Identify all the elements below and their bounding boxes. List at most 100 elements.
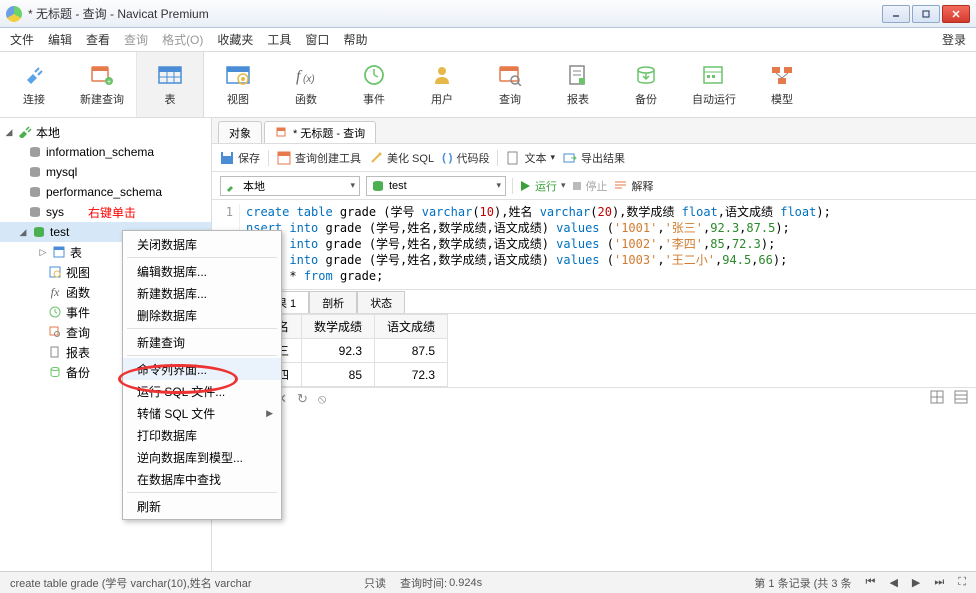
form-view-icon[interactable] [954, 390, 968, 407]
menu-bar: 文件 编辑 查看 查询 格式(O) 收藏夹 工具 窗口 帮助 登录 [0, 28, 976, 52]
connection-selector-row: 本地▾ test▾ 运行 ▾ 停止 解释 [212, 172, 976, 200]
tree-db[interactable]: mysql [0, 162, 211, 182]
tb-function[interactable]: f(x) 函数 [272, 52, 340, 117]
close-button[interactable] [942, 5, 970, 23]
tab-profile[interactable]: 剖析 [309, 291, 357, 313]
database-icon [32, 226, 46, 238]
document-tabs: 对象 * 无标题 - 查询 [212, 118, 976, 144]
prev-record-icon[interactable]: ◀ [889, 576, 897, 589]
tb-query[interactable]: 查询 [476, 52, 544, 117]
grid-view-icon[interactable] [930, 390, 944, 407]
maximize-button[interactable] [912, 5, 940, 23]
tree-db[interactable]: information_schema [0, 142, 211, 162]
tab-status[interactable]: 状态 [357, 291, 405, 313]
menu-file[interactable]: 文件 [10, 31, 34, 48]
save-icon [220, 151, 234, 165]
export-icon [563, 151, 577, 165]
query-icon [48, 325, 62, 339]
chevron-down-icon: ▾ [496, 180, 501, 191]
tb-event[interactable]: 事件 [340, 52, 408, 117]
minimize-button[interactable] [882, 5, 910, 23]
tb-connect[interactable]: 连接 [0, 52, 68, 117]
tree-db[interactable]: performance_schema [0, 182, 211, 202]
tb-user[interactable]: 用户 [408, 52, 476, 117]
tb-report[interactable]: 报表 [544, 52, 612, 117]
window-title: * 无标题 - 查询 - Navicat Premium [28, 5, 882, 22]
new-query-icon: + [88, 63, 116, 87]
tb-new-query[interactable]: + 新建查询 [68, 52, 136, 117]
ctx-reverse-model[interactable]: 逆向数据库到模型... [123, 446, 281, 468]
menu-window[interactable]: 窗口 [305, 31, 329, 48]
ctx-run-sql[interactable]: 运行 SQL 文件... [123, 380, 281, 402]
svg-text:+: + [107, 79, 111, 86]
menu-help[interactable]: 帮助 [343, 31, 367, 48]
ctx-close-db[interactable]: 关闭数据库 [123, 233, 281, 255]
title-bar: * 无标题 - 查询 - Navicat Premium [0, 0, 976, 28]
tb-model[interactable]: 模型 [748, 52, 816, 117]
save-button[interactable]: 保存 [220, 150, 260, 166]
stop-icon[interactable]: ⦸ [318, 391, 326, 407]
ctx-new-query[interactable]: 新建查询 [123, 331, 281, 353]
tree-db-label: sys [46, 205, 64, 219]
tree-connection[interactable]: ◢ 本地 [0, 122, 211, 142]
chevron-down-icon: ◢ [4, 127, 14, 138]
menu-favorites[interactable]: 收藏夹 [217, 31, 253, 48]
tb-view-label: 视图 [227, 91, 249, 107]
stop-button[interactable]: 停止 [572, 178, 608, 194]
paren-button[interactable]: ( )代码段 [442, 150, 489, 166]
ctx-delete-db[interactable]: 删除数据库 [123, 304, 281, 326]
col-header[interactable]: 数学成绩 [302, 315, 375, 339]
first-record-icon[interactable]: ⏮ [866, 576, 876, 589]
tb-view[interactable]: 视图 [204, 52, 272, 117]
explain-button[interactable]: 解释 [614, 178, 654, 194]
menu-login[interactable]: 登录 [942, 31, 966, 48]
tree-db[interactable]: sys 右键单击 [0, 202, 211, 222]
export-button[interactable]: 导出结果 [563, 150, 625, 166]
ctx-find-in-db[interactable]: 在数据库中查找 [123, 468, 281, 490]
result-tabs: 结果 1 剖析 状态 [212, 290, 976, 314]
menu-edit[interactable]: 编辑 [48, 31, 72, 48]
next-record-icon[interactable]: ▶ [912, 576, 920, 589]
menu-query[interactable]: 查询 [124, 31, 148, 48]
database-combo[interactable]: test▾ [366, 176, 506, 196]
tb-backup[interactable]: 备份 [612, 52, 680, 117]
tab-untitled-query[interactable]: * 无标题 - 查询 [264, 121, 376, 143]
tb-query-label: 查询 [499, 91, 521, 107]
function-icon: fx [48, 285, 62, 299]
menu-format[interactable]: 格式(O) [162, 31, 203, 48]
play-icon [519, 180, 531, 192]
clock-icon [360, 63, 388, 87]
beautify-button[interactable]: 美化 SQL [369, 150, 434, 166]
svg-text:(x): (x) [303, 74, 315, 85]
connection-icon [18, 126, 32, 138]
connection-combo[interactable]: 本地▾ [220, 176, 360, 196]
ctx-edit-db[interactable]: 编辑数据库... [123, 260, 281, 282]
sql-editor[interactable]: 1 create table grade (学号 varchar(10),姓名 … [212, 200, 976, 290]
ctx-cli[interactable]: 命令列界面... [123, 358, 281, 380]
tb-table-label: 表 [165, 91, 176, 107]
menu-tools[interactable]: 工具 [267, 31, 291, 48]
doc-icon [506, 151, 520, 165]
tab-objects[interactable]: 对象 [218, 121, 262, 143]
expand-icon[interactable]: ⛶ [958, 576, 966, 589]
tab-profile-label: 剖析 [322, 295, 344, 311]
tb-table[interactable]: 表 [136, 52, 204, 117]
menu-view[interactable]: 查看 [86, 31, 110, 48]
tree-views-label: 视图 [66, 264, 90, 281]
database-icon [28, 146, 42, 158]
ctx-print-db[interactable]: 打印数据库 [123, 424, 281, 446]
result-grid[interactable]: 姓名 数学成绩 语文成绩 张三 92.3 87.5 李四 85 72.3 [212, 314, 976, 387]
query-builder-button[interactable]: 查询创建工具 [277, 150, 361, 166]
refresh-icon[interactable]: ↻ [297, 391, 308, 407]
annotation-hint: 右键单击 [88, 204, 136, 221]
connection-icon [225, 180, 239, 192]
text-button[interactable]: 文本 ▾ [506, 150, 555, 166]
run-button[interactable]: 运行 ▾ [519, 178, 566, 194]
last-record-icon[interactable]: ⏭ [934, 576, 944, 589]
tree-functions-label: 函数 [66, 284, 90, 301]
col-header[interactable]: 语文成绩 [375, 315, 448, 339]
ctx-refresh[interactable]: 刷新 [123, 495, 281, 517]
ctx-dump-sql[interactable]: 转储 SQL 文件▶ [123, 402, 281, 424]
tb-automation[interactable]: 自动运行 [680, 52, 748, 117]
ctx-new-db[interactable]: 新建数据库... [123, 282, 281, 304]
